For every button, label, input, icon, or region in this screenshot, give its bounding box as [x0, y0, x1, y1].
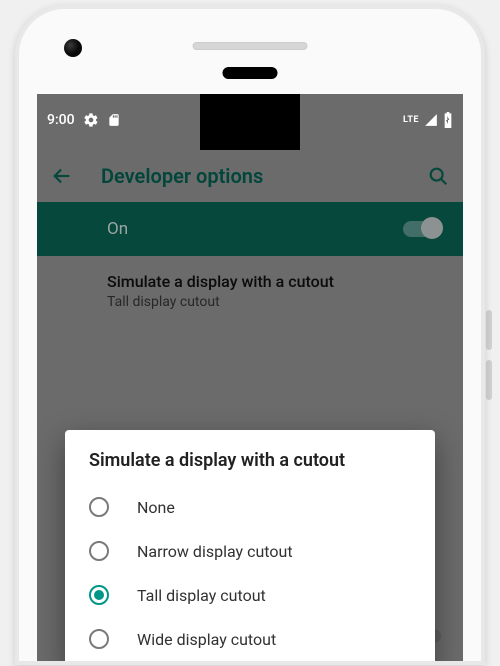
lte-indicator: LTE: [403, 115, 419, 125]
radio-label: Narrow display cutout: [137, 542, 293, 561]
dialog-title: Simulate a display with a cutout: [65, 450, 435, 485]
phone-side-buttons: [486, 310, 492, 410]
signal-icon: [423, 113, 439, 127]
front-camera: [64, 39, 82, 57]
radio-icon: [89, 629, 109, 649]
radio-icon: [89, 541, 109, 561]
cutout-dialog: Simulate a display with a cutout None Na…: [65, 430, 435, 661]
proximity-sensor: [223, 67, 278, 79]
radio-icon-checked: [89, 585, 109, 605]
display-cutout-notch: [200, 94, 300, 150]
settings-screen: Developer options On Simulate a display …: [37, 150, 463, 661]
status-time: 9:00: [47, 112, 75, 128]
radio-label: Wide display cutout: [137, 630, 276, 649]
radio-label: Tall display cutout: [137, 586, 266, 605]
radio-option-tall[interactable]: Tall display cutout: [65, 573, 435, 617]
radio-label: None: [137, 498, 175, 517]
radio-option-wide[interactable]: Wide display cutout: [65, 617, 435, 661]
phone-screen: 9:00 LTE: [37, 94, 463, 661]
gear-icon: [83, 112, 99, 128]
radio-icon: [89, 497, 109, 517]
phone-bezel-top: [19, 9, 481, 94]
earpiece-speaker: [193, 42, 308, 50]
radio-option-none[interactable]: None: [65, 485, 435, 529]
radio-option-narrow[interactable]: Narrow display cutout: [65, 529, 435, 573]
sd-card-icon: [107, 112, 121, 128]
battery-icon: [443, 112, 453, 128]
phone-frame: 9:00 LTE: [15, 5, 485, 665]
